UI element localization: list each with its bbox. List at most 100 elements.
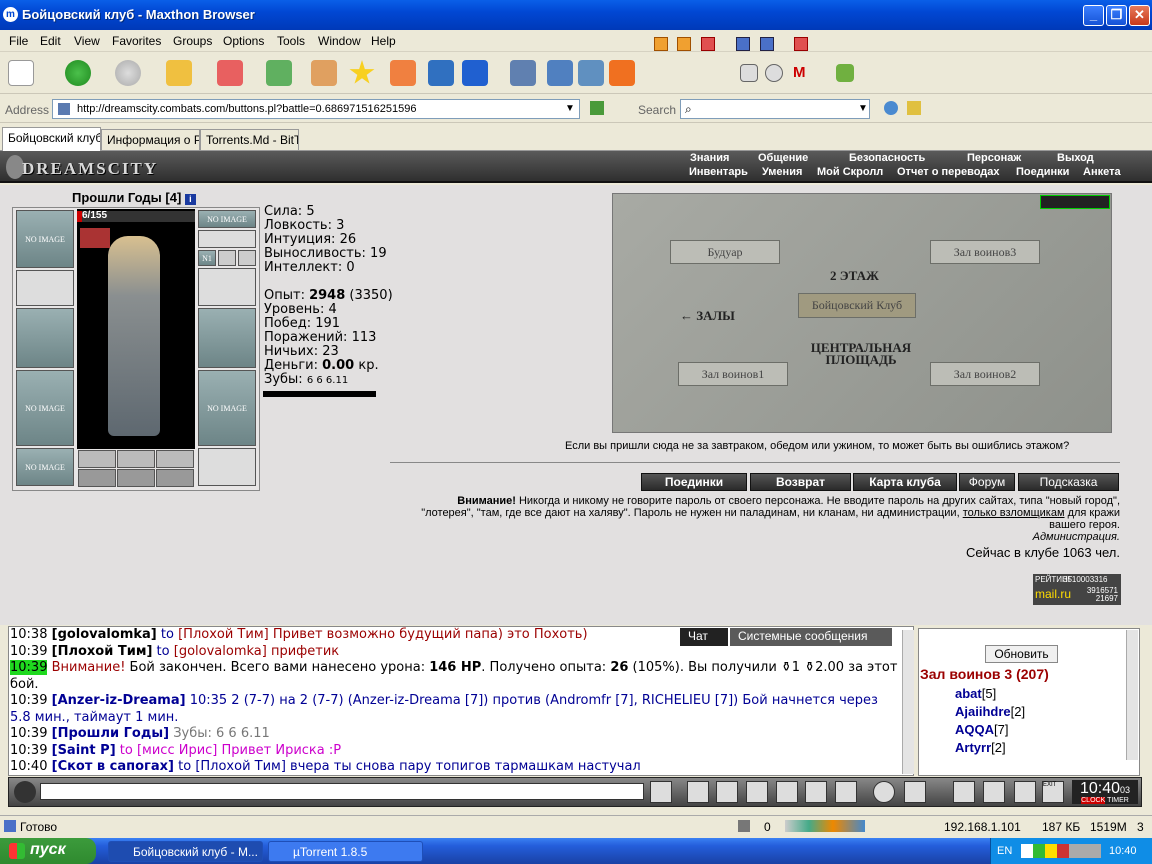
- prev-arrow-icon[interactable]: [654, 37, 668, 51]
- search-dropdown-icon[interactable]: ▼: [858, 103, 868, 114]
- nav-duels[interactable]: Поединки: [1016, 166, 1069, 178]
- info-icon[interactable]: i: [184, 194, 196, 205]
- task-utorrent[interactable]: µTorrent 1.8.5: [268, 841, 423, 862]
- tab-info[interactable]: Информация о Р...: [101, 129, 200, 150]
- filter-icon[interactable]: [716, 781, 738, 803]
- small-slot-3[interactable]: [238, 250, 256, 266]
- tab-chat[interactable]: Чат: [680, 628, 728, 646]
- menu-window[interactable]: Window: [318, 34, 361, 48]
- room-scrollbar[interactable]: [1126, 630, 1138, 760]
- search-input[interactable]: [680, 99, 870, 119]
- ring-slot-2[interactable]: [117, 450, 155, 468]
- address-input[interactable]: http://dreamscity.combats.com/buttons.pl…: [52, 99, 580, 119]
- screenshot-icon[interactable]: [740, 64, 758, 82]
- favorites-star-icon[interactable]: [349, 60, 375, 84]
- nav-security[interactable]: Безопасность: [849, 152, 925, 164]
- sidebar-icon[interactable]: [547, 60, 573, 86]
- armor-slot[interactable]: NO IMAGE: [16, 370, 74, 446]
- halls-label[interactable]: ← ЗАЛЫ: [680, 308, 735, 324]
- nav-inventory[interactable]: Инвентарь: [689, 166, 748, 178]
- character-name[interactable]: Прошли Годы [4] i: [72, 190, 196, 205]
- tab-fight-club[interactable]: Бойцовский клуб: [2, 127, 101, 151]
- ring-slot-3[interactable]: [156, 450, 194, 468]
- chat-input[interactable]: [40, 783, 644, 800]
- slot-n1[interactable]: N1: [198, 250, 216, 266]
- gloves-slot[interactable]: [198, 268, 256, 306]
- minimize-tab-icon[interactable]: [736, 37, 750, 51]
- exit-icon[interactable]: EXIT: [1042, 781, 1064, 803]
- user-row[interactable]: AQQA[7]: [955, 722, 1008, 737]
- user-row[interactable]: Artyrr[2]: [955, 740, 1006, 755]
- refresh-button[interactable]: Обновить: [985, 645, 1058, 663]
- nav-profile[interactable]: Анкета: [1083, 166, 1121, 178]
- smiley-icon[interactable]: [873, 781, 895, 803]
- forward-icon[interactable]: [115, 60, 141, 86]
- language-indicator[interactable]: EN: [997, 845, 1012, 857]
- helmet-slot[interactable]: NO IMAGE: [16, 210, 74, 268]
- item-slot-1[interactable]: [78, 469, 116, 487]
- menu-view[interactable]: View: [74, 34, 100, 48]
- nav-skills[interactable]: Умения: [762, 166, 802, 178]
- user-row[interactable]: Ajaiihdre[2]: [955, 704, 1025, 719]
- nav-communication[interactable]: Общение: [758, 152, 808, 164]
- room-boudoir[interactable]: Будуар: [670, 240, 780, 264]
- menu-help[interactable]: Help: [371, 34, 396, 48]
- earrings-slot[interactable]: NO IMAGE: [198, 210, 256, 228]
- scroll-icon[interactable]: [983, 781, 1005, 803]
- status-plugin-icons[interactable]: [785, 820, 865, 832]
- columns-icon[interactable]: [510, 60, 536, 86]
- hackers-link[interactable]: только взломщикам: [963, 507, 1065, 519]
- room-warriors1[interactable]: Зал воинов1: [678, 362, 788, 386]
- hint-button[interactable]: Подсказка: [1018, 473, 1119, 491]
- close-tab-icon[interactable]: [701, 37, 715, 51]
- room-warriors3[interactable]: Зал воинов3: [930, 240, 1040, 264]
- item-slot-3[interactable]: [156, 469, 194, 487]
- small-slot-2[interactable]: [218, 250, 236, 266]
- trash-icon[interactable]: [738, 820, 750, 832]
- address-dropdown-icon[interactable]: ▼: [565, 103, 575, 114]
- menu-options[interactable]: Options: [223, 34, 264, 48]
- boots-slot[interactable]: [198, 448, 256, 486]
- save-icon[interactable]: [746, 781, 768, 803]
- maximize-button[interactable]: ❐: [1106, 5, 1127, 26]
- weapon-slot[interactable]: [16, 308, 74, 368]
- home-icon[interactable]: [311, 60, 337, 86]
- go-icon[interactable]: [590, 101, 604, 115]
- user-row[interactable]: abat[5]: [955, 686, 996, 701]
- close-all-icon[interactable]: [794, 37, 808, 51]
- eraser-icon[interactable]: [687, 781, 709, 803]
- item-slot-2[interactable]: [117, 469, 155, 487]
- close-button[interactable]: ✕: [1129, 5, 1150, 26]
- nav-character[interactable]: Персонаж: [967, 152, 1021, 164]
- forum-button[interactable]: Форум: [959, 473, 1015, 491]
- butterfly-icon[interactable]: [836, 64, 854, 82]
- club-map-button[interactable]: Карта клуба: [853, 473, 957, 491]
- task-fight-club[interactable]: Бойцовский клуб - M...: [108, 841, 263, 862]
- ring-slot-1[interactable]: [78, 450, 116, 468]
- tab-system-messages[interactable]: Системные сообщения: [730, 628, 892, 646]
- leggings-slot[interactable]: NO IMAGE: [198, 370, 256, 446]
- shield-slot[interactable]: [198, 308, 256, 368]
- next-arrow-icon[interactable]: [677, 37, 691, 51]
- belt-slot[interactable]: NO IMAGE: [16, 448, 74, 486]
- back-icon[interactable]: [65, 60, 91, 86]
- chat-settings-icon[interactable]: [14, 781, 36, 803]
- menu-groups[interactable]: Groups: [173, 34, 212, 48]
- restore-tab-icon[interactable]: [760, 37, 774, 51]
- rss-icon[interactable]: [609, 60, 635, 86]
- room-warriors2[interactable]: Зал воинов2: [930, 362, 1040, 386]
- sound-icon[interactable]: [835, 781, 857, 803]
- bracers-slot[interactable]: [16, 270, 74, 306]
- translit-icon[interactable]: [805, 781, 827, 803]
- menu-favorites[interactable]: Favorites: [112, 34, 161, 48]
- mail-ru-counter[interactable]: РЕЙТИНГ 3510003316 mail.ru 3916571 21697: [1033, 574, 1121, 605]
- chat-scrollbar[interactable]: [902, 630, 914, 774]
- central-square-label[interactable]: ЦЕНТРАЛЬНАЯ ПЛОЩАДЬ: [806, 341, 916, 366]
- minimize-button[interactable]: _: [1083, 5, 1104, 26]
- web-search-icon[interactable]: [884, 101, 898, 115]
- menu-file[interactable]: File: [9, 34, 28, 48]
- compass-icon[interactable]: [765, 64, 783, 82]
- lock-icon[interactable]: [1014, 781, 1036, 803]
- highlight-icon[interactable]: [907, 101, 921, 115]
- amulet-slot[interactable]: [198, 230, 256, 248]
